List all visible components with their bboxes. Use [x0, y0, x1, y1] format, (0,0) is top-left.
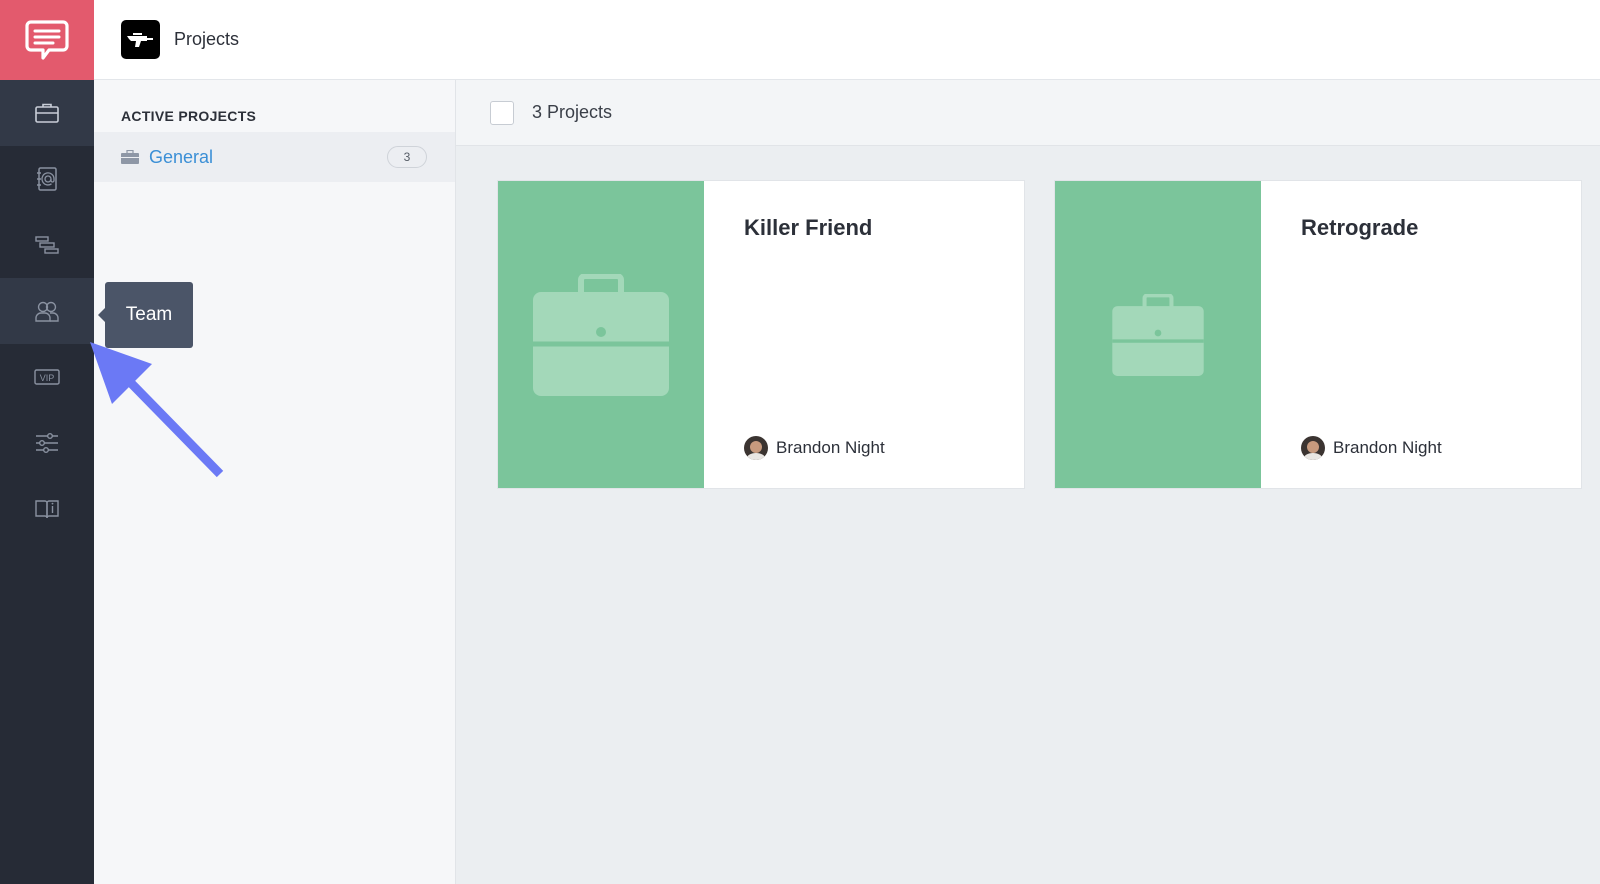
- blaster-logo-icon: [126, 32, 153, 47]
- project-card[interactable]: Retrograde Brandon Night: [1054, 180, 1582, 489]
- info-book-icon: [35, 500, 59, 519]
- page-title: Projects: [174, 29, 240, 49]
- select-all-checkbox[interactable]: [490, 100, 514, 125]
- briefcase-icon: [121, 150, 139, 164]
- briefcase-icon: [1112, 293, 1204, 376]
- rail-item-settings[interactable]: [0, 410, 94, 476]
- rail-item-timeline[interactable]: [0, 212, 94, 278]
- projects-toolbar: 3 Projects: [456, 80, 1600, 146]
- projects-count-label: 3 Projects: [532, 102, 613, 122]
- timeline-icon: [35, 236, 59, 254]
- project-thumbnail: [1055, 181, 1261, 488]
- avatar: [1301, 436, 1325, 460]
- rail-item-vip[interactable]: VIP: [0, 344, 94, 410]
- project-owner: Brandon Night: [744, 436, 885, 460]
- rail-item-projects[interactable]: [0, 80, 94, 146]
- sidebar-item-general[interactable]: General 3: [94, 132, 455, 182]
- annotation-arrow-icon: [90, 342, 224, 478]
- app-logo[interactable]: [0, 0, 94, 80]
- team-tooltip: Team: [98, 282, 193, 348]
- svg-text:VIP: VIP: [40, 373, 55, 383]
- project-card[interactable]: Killer Friend Brandon Night: [497, 180, 1025, 489]
- rail-item-help[interactable]: [0, 476, 94, 542]
- owner-name: Brandon Night: [1333, 438, 1442, 457]
- rail-item-team[interactable]: [0, 278, 94, 344]
- briefcase-icon: [533, 273, 669, 396]
- sliders-icon: [36, 432, 58, 454]
- address-book-icon: [37, 167, 57, 191]
- project-count-badge: 3: [387, 146, 427, 168]
- project-owner: Brandon Night: [1301, 436, 1442, 460]
- team-icon: [35, 301, 59, 322]
- vip-icon: VIP: [34, 369, 60, 385]
- sidebar-item-label: General: [149, 146, 214, 167]
- owner-name: Brandon Night: [776, 438, 885, 457]
- top-bar: Projects: [94, 0, 1600, 80]
- projects-sidebar: ACTIVE PROJECTS General 3: [94, 80, 456, 884]
- project-thumbnail: [498, 181, 704, 488]
- project-title[interactable]: Retrograde: [1301, 215, 1418, 241]
- org-avatar[interactable]: [121, 20, 160, 59]
- project-title[interactable]: Killer Friend: [744, 215, 872, 241]
- rail-item-contacts[interactable]: [0, 146, 94, 212]
- briefcase-icon: [35, 103, 59, 123]
- chat-bubble-logo-icon: [25, 20, 69, 60]
- app-rail: VIP: [0, 0, 94, 884]
- active-projects-heading: ACTIVE PROJECTS: [121, 108, 257, 124]
- avatar: [744, 436, 768, 460]
